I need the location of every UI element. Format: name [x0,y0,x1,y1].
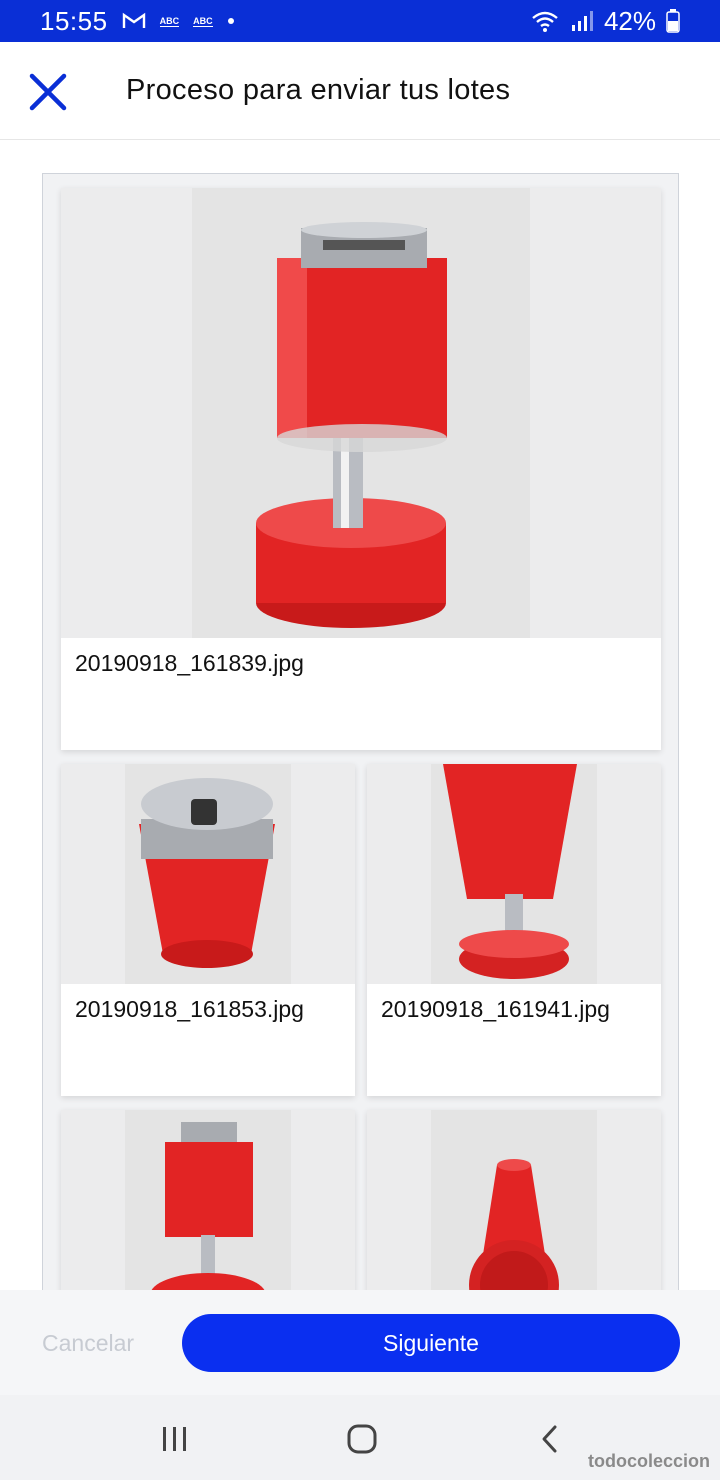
photo-card[interactable] [61,1110,355,1302]
recents-button[interactable] [155,1419,195,1459]
photo-card[interactable]: 20190918_161941.jpg [367,764,661,1096]
lighter-photo [125,1110,291,1302]
notification-icons: ABC ABC [122,12,235,30]
battery-icon [666,9,680,33]
home-icon [347,1424,377,1454]
photo-filename: 20190918_161839.jpg [75,650,304,676]
photo-card[interactable]: 20190918_161853.jpg [61,764,355,1096]
abc-news-icon: ABC [193,15,213,27]
photo-card[interactable] [367,1110,661,1302]
home-button[interactable] [342,1419,382,1459]
system-nav-bar: todocoleccion [0,1395,720,1480]
abc-news-icon: ABC [159,15,180,27]
cancel-button[interactable]: Cancelar [42,1330,134,1357]
next-button[interactable]: Siguiente [182,1314,680,1372]
page-title: Proceso para enviar tus lotes [126,74,511,106]
status-time: 15:55 [40,5,108,36]
close-icon [29,73,67,111]
photo-thumbnail [367,764,661,984]
photo-card[interactable]: 20190918_161839.jpg [61,188,661,750]
app-header: Proceso para enviar tus lotes [0,42,720,140]
photo-filename: 20190918_161853.jpg [75,996,304,1022]
status-right: 42% [530,6,680,37]
photo-thumbnail [61,1110,355,1302]
wifi-icon [532,11,558,32]
status-bar: 15:55 ABC ABC 42% [0,0,720,42]
photo-thumbnail [61,764,355,984]
recents-icon [163,1427,186,1451]
action-bar: Cancelar Siguiente [0,1290,720,1395]
dot-icon [227,18,234,24]
lighter-photo [431,1110,597,1302]
battery-percent: 42% [603,5,656,36]
back-button[interactable] [530,1419,570,1459]
photo-thumbnail [61,188,661,638]
lighter-photo [431,764,597,984]
signal-icon [571,11,593,31]
lighter-photo [125,764,291,984]
close-button[interactable] [28,72,68,112]
photo-thumbnail [367,1110,661,1302]
back-icon [542,1425,557,1453]
photo-gallery[interactable]: 20190918_161839.jpg 20190918_161853.jpg [42,173,679,1303]
watermark: todocoleccion [587,1451,710,1471]
gmail-icon [122,12,145,28]
photo-filename: 20190918_161941.jpg [381,996,610,1022]
lighter-photo [192,188,530,638]
